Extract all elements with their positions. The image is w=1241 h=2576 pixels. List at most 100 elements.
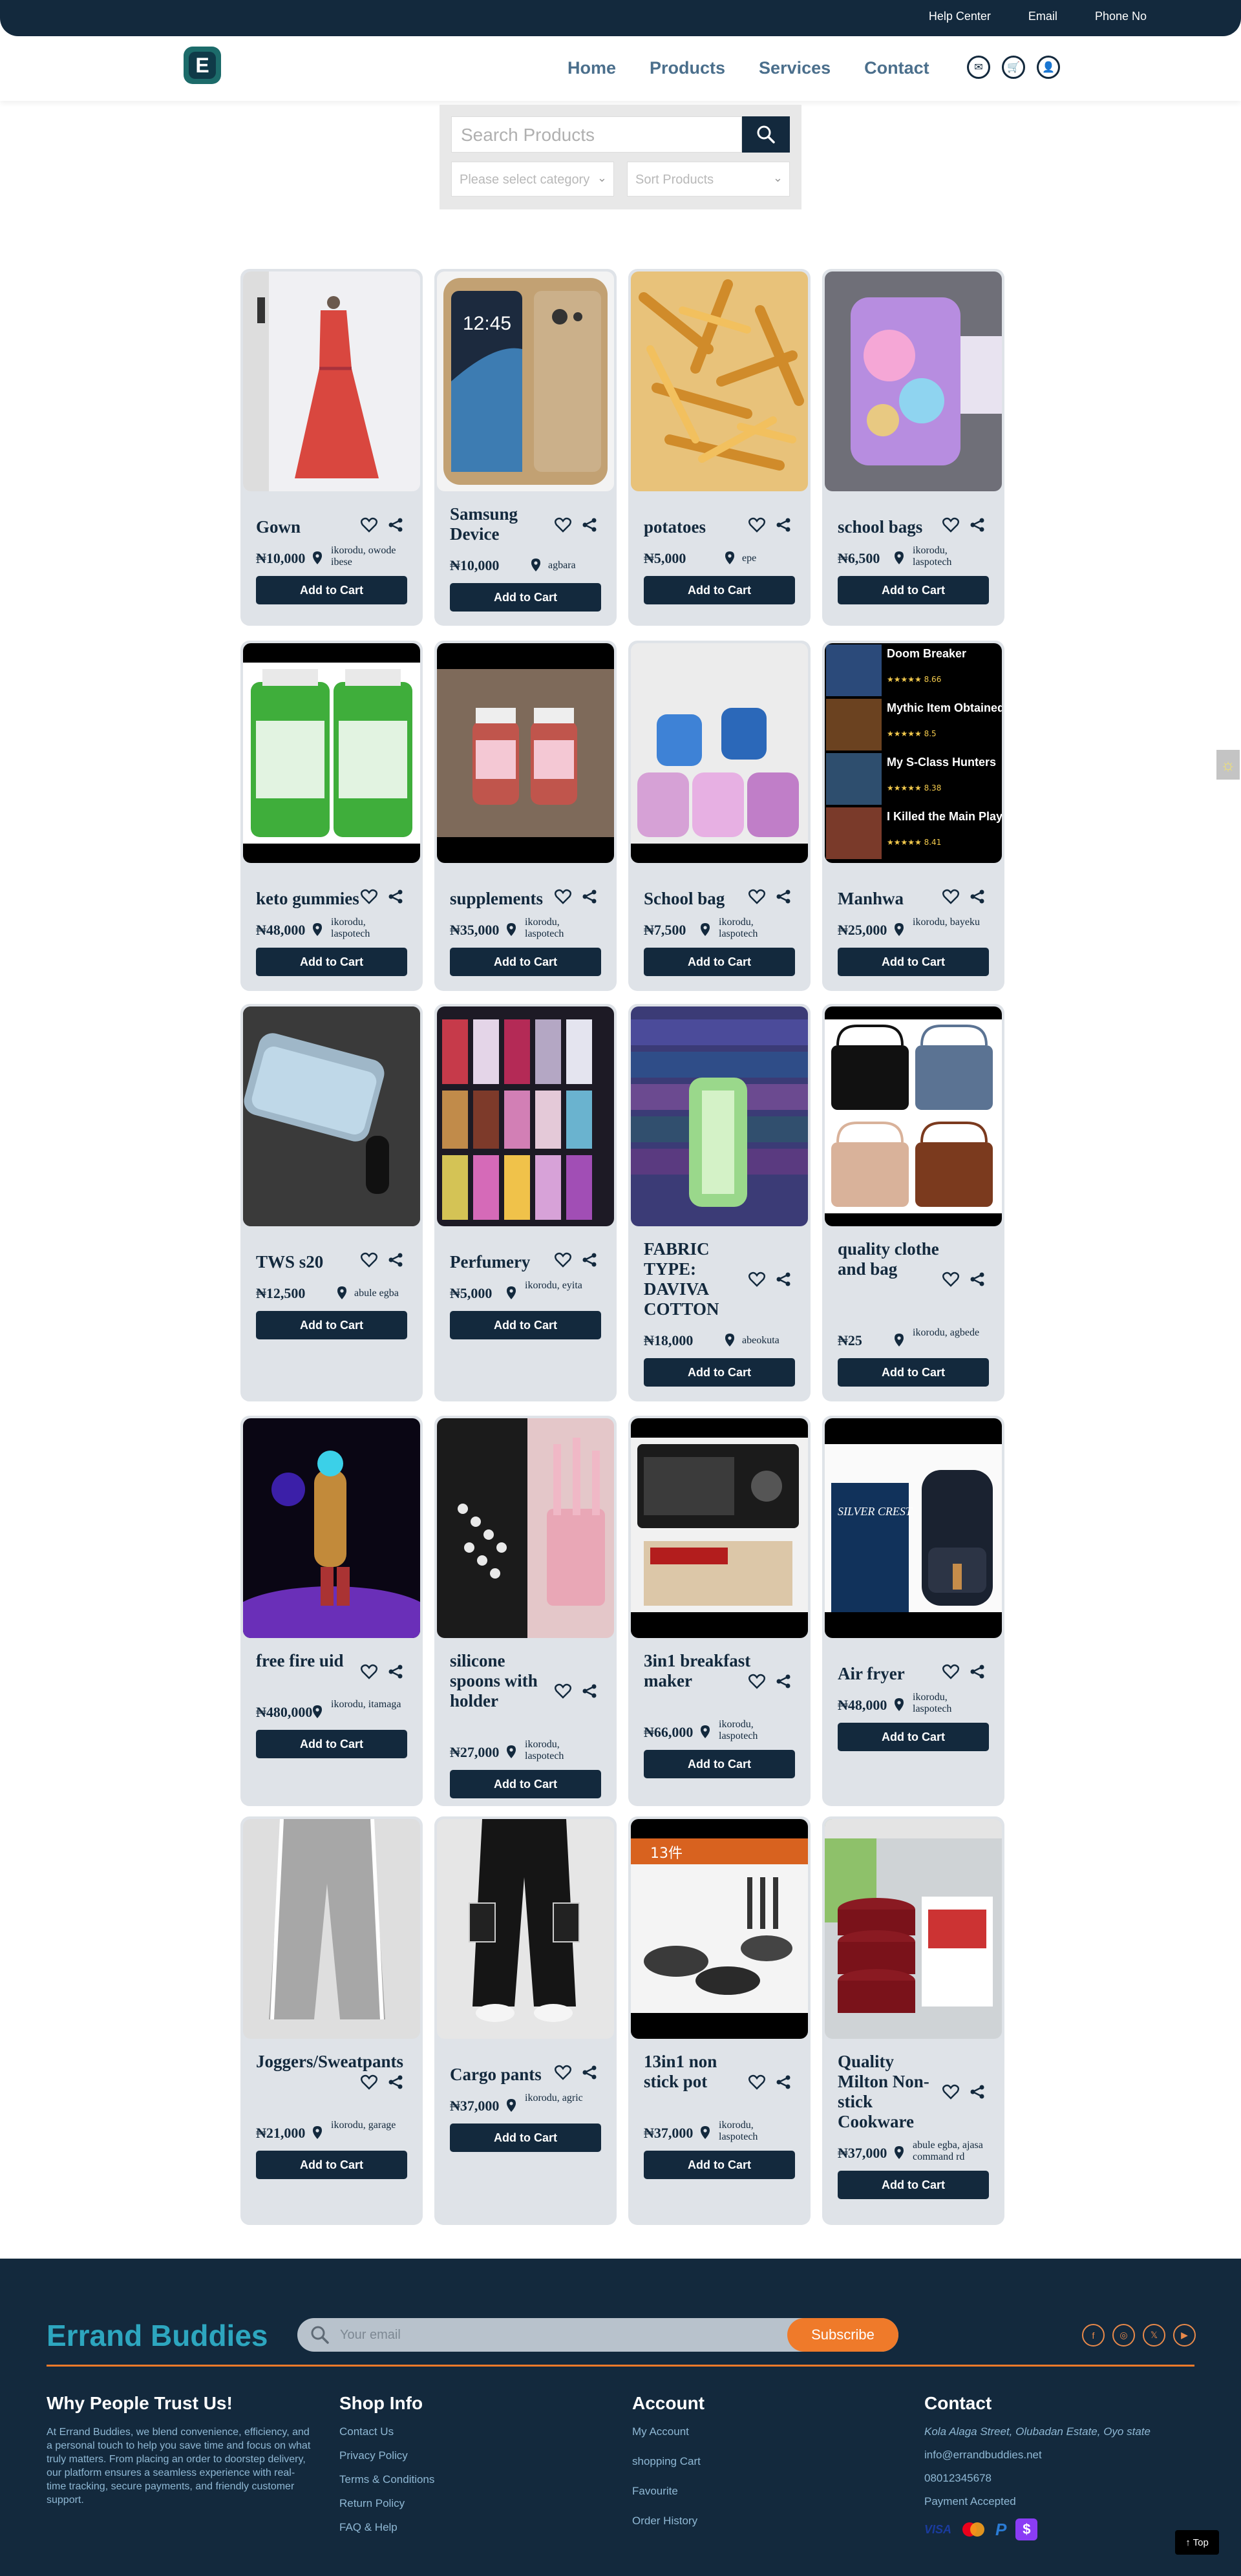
product-card[interactable]: School bag ₦7,500 ikorodu, laspotech Add to… [628,641,811,991]
terms-link[interactable]: Terms & Conditions [339,2473,434,2486]
email-link[interactable]: Email [1028,10,1057,23]
product-card[interactable]: Doom Breaker ★★★★★ 8.66 Mythic Item Obtain… [822,641,1004,991]
product-card[interactable]: Quality Milton Non-stick Cookware ₦37,000… [822,1816,1004,2225]
product-card[interactable]: keto gummies ₦48,000 ikorodu, laspotech Add… [240,641,423,991]
product-image[interactable] [437,1418,614,1638]
heart-icon[interactable] [748,889,765,904]
share-icon[interactable] [970,1272,985,1287]
share-icon[interactable] [776,517,791,533]
heart-icon[interactable] [555,517,571,533]
phone-link[interactable]: Phone No [1095,10,1147,23]
product-card[interactable]: supplements ₦35,000 ikorodu, laspotech Add … [434,641,617,991]
share-icon[interactable] [582,889,597,904]
share-icon[interactable] [582,517,597,533]
return-policy-link[interactable]: Return Policy [339,2497,434,2510]
share-icon[interactable] [582,2065,597,2080]
search-input[interactable]: Search Products [451,116,742,153]
add-to-cart-button[interactable]: Add to Cart [644,948,795,976]
product-card[interactable]: potatoes ₦5,000 epe Add to Cart [628,269,811,626]
user-icon[interactable]: 👤 [1037,56,1060,79]
heart-icon[interactable] [361,2074,377,2090]
share-icon[interactable] [388,889,403,904]
share-icon[interactable] [776,2074,791,2090]
add-to-cart-button[interactable]: Add to Cart [644,576,795,604]
heart-icon[interactable] [555,889,571,904]
share-icon[interactable] [776,1674,791,1689]
facebook-icon[interactable]: f [1082,2324,1105,2347]
product-card[interactable]: school bags ₦6,500 ikorodu, laspotech Add t… [822,269,1004,626]
add-to-cart-button[interactable]: Add to Cart [450,1311,601,1339]
share-icon[interactable] [388,1664,403,1679]
product-image[interactable] [243,643,420,863]
x-twitter-icon[interactable]: 𝕏 [1143,2324,1165,2347]
heart-icon[interactable] [361,889,377,904]
product-image[interactable] [631,1006,808,1226]
product-card[interactable]: 13件 13in1 non stick pot ₦37,000 ikorodu, la… [628,1816,811,2225]
subscribe-button[interactable]: Subscribe [787,2318,898,2352]
instagram-icon[interactable]: ◎ [1112,2324,1135,2347]
my-account-link[interactable]: My Account [632,2425,705,2438]
add-to-cart-button[interactable]: Add to Cart [838,948,989,976]
heart-icon[interactable] [555,1683,571,1699]
product-image[interactable] [825,1819,1002,2039]
add-to-cart-button[interactable]: Add to Cart [838,576,989,604]
message-icon[interactable]: ✉ [967,56,990,79]
heart-icon[interactable] [942,1664,959,1679]
heart-icon[interactable] [942,889,959,904]
contact-us-link[interactable]: Contact Us [339,2425,434,2438]
shopping-cart-link[interactable]: shopping Cart [632,2455,705,2468]
add-to-cart-button[interactable]: Add to Cart [256,576,407,604]
add-to-cart-button[interactable]: Add to Cart [838,1358,989,1387]
product-image[interactable] [825,271,1002,491]
product-image[interactable] [243,1418,420,1638]
heart-icon[interactable] [361,517,377,533]
add-to-cart-button[interactable]: Add to Cart [450,583,601,612]
product-image[interactable]: SILVER CREST [825,1418,1002,1638]
add-to-cart-button[interactable]: Add to Cart [644,1750,795,1778]
share-icon[interactable] [388,2074,403,2090]
email-input[interactable]: Your email [340,2328,401,2343]
product-card[interactable]: silicone spoons with holder ₦27,000 ikorod… [434,1416,617,1806]
heart-icon[interactable] [942,2084,959,2100]
product-image[interactable] [243,1006,420,1226]
back-to-top-button[interactable]: ↑ Top [1175,2530,1219,2555]
heart-icon[interactable] [942,1272,959,1287]
privacy-policy-link[interactable]: Privacy Policy [339,2449,434,2462]
heart-icon[interactable] [555,1252,571,1268]
add-to-cart-button[interactable]: Add to Cart [644,1358,795,1387]
product-card[interactable]: quality clothe and bag ₦25 ikorodu, agbede… [822,1004,1004,1401]
product-image[interactable]: 13件 [631,1819,808,2039]
search-button[interactable] [742,116,790,153]
product-image[interactable]: Doom Breaker ★★★★★ 8.66 Mythic Item Obtain… [825,643,1002,863]
sort-select[interactable]: Sort Products ⌄ [627,162,790,197]
product-card[interactable]: Joggers/Sweatpants ₦21,000 ikorodu, garage… [240,1816,423,2225]
add-to-cart-button[interactable]: Add to Cart [256,2151,407,2179]
share-icon[interactable] [388,1252,403,1268]
add-to-cart-button[interactable]: Add to Cart [450,948,601,976]
share-icon[interactable] [582,1683,597,1699]
order-history-link[interactable]: Order History [632,2515,705,2528]
product-image[interactable] [243,1819,420,2039]
contact-email[interactable]: info@errandbuddies.net [924,2449,1151,2462]
add-to-cart-button[interactable]: Add to Cart [256,1311,407,1339]
nav-products[interactable]: Products [650,58,725,78]
share-icon[interactable] [776,889,791,904]
product-card[interactable]: Gown ₦10,000 ikorodu, owode ibese Add to Ca… [240,269,423,626]
youtube-icon[interactable]: ▶ [1173,2324,1196,2347]
share-icon[interactable] [970,2084,985,2100]
share-icon[interactable] [582,1252,597,1268]
product-card[interactable]: 3in1 breakfast maker ₦66,000 ikorodu, lasp… [628,1416,811,1806]
add-to-cart-button[interactable]: Add to Cart [256,1730,407,1758]
heart-icon[interactable] [942,517,959,533]
product-card[interactable]: TWS s20 ₦12,500 abule egba Add to Cart [240,1004,423,1401]
heart-icon[interactable] [748,2074,765,2090]
errand-buddies-logo[interactable]: E [184,47,221,84]
product-card[interactable]: Perfumery ₦5,000 ikorodu, eyita Add to Cart [434,1004,617,1401]
product-image[interactable] [437,643,614,863]
product-image[interactable] [437,1819,614,2039]
product-card[interactable]: 12:45 Samsung Device ₦10,000 agbara Add to C… [434,269,617,626]
heart-icon[interactable] [748,1674,765,1689]
nav-home[interactable]: Home [567,58,616,78]
add-to-cart-button[interactable]: Add to Cart [838,1723,989,1751]
share-icon[interactable] [970,517,985,533]
